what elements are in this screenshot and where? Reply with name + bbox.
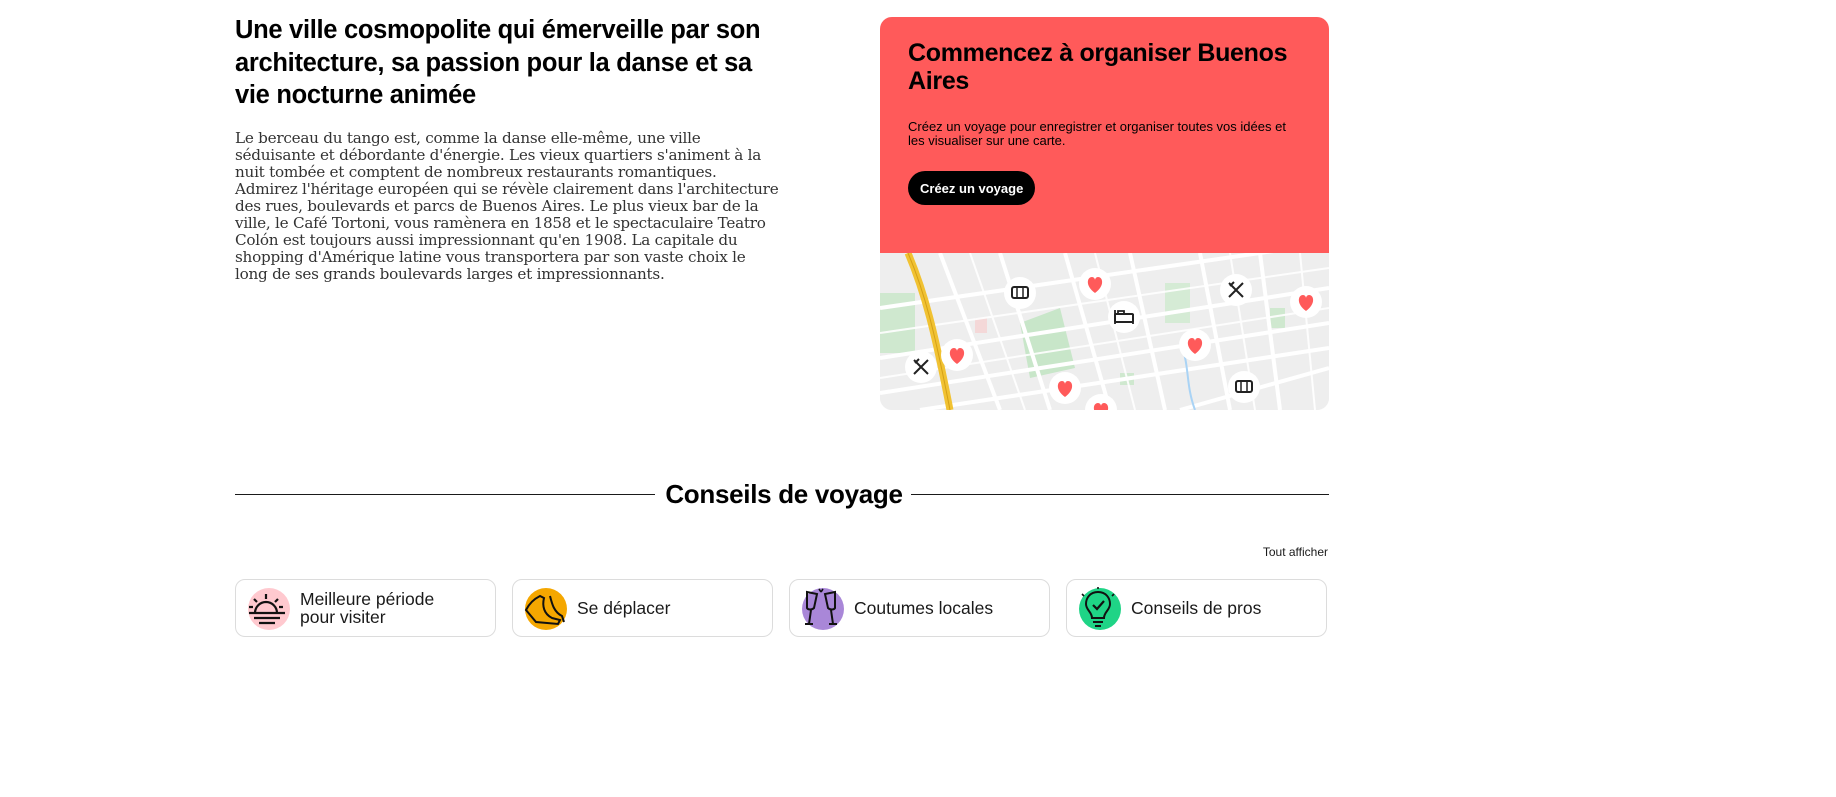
tips-section-title-text: Conseils de voyage — [657, 479, 911, 509]
map-pin-restaurant[interactable] — [905, 351, 937, 383]
map-pin-heart[interactable] — [1079, 268, 1111, 300]
park-area — [1270, 308, 1285, 328]
cheers-icon — [799, 586, 844, 630]
tips-list: Meilleure période pour visiter Se déplac… — [235, 579, 1329, 639]
tip-pro-advice[interactable]: Conseils de pros — [1066, 579, 1327, 637]
tip-label: Conseils de pros — [1131, 598, 1262, 618]
tip-best-time[interactable]: Meilleure période pour visiter — [235, 579, 496, 637]
map-canvas — [880, 253, 1329, 410]
tip-label: Se déplacer — [577, 598, 671, 618]
trip-planner-card: Commencez à organiser Buenos Aires Créez… — [880, 17, 1329, 410]
map-pin-hotel[interactable] — [1108, 301, 1140, 333]
tip-local-customs[interactable]: Coutumes locales — [789, 579, 1050, 637]
sunrise-icon — [245, 586, 290, 630]
map-pin-heart[interactable] — [1049, 372, 1081, 404]
trip-card-header: Commencez à organiser Buenos Aires Créez… — [880, 17, 1329, 253]
city-intro: Une ville cosmopolite qui émerveille par… — [235, 14, 780, 283]
trip-map[interactable] — [880, 253, 1329, 410]
tips-section-title: Conseils de voyage — [0, 478, 1568, 510]
landmark-area — [975, 318, 987, 333]
create-trip-button[interactable]: Créez un voyage — [908, 171, 1036, 205]
see-all-link[interactable]: Tout afficher — [1263, 545, 1328, 559]
trip-card-title: Commencez à organiser Buenos Aires — [908, 39, 1288, 95]
intro-title: Une ville cosmopolite qui émerveille par… — [235, 16, 761, 109]
lightbulb-icon — [1076, 586, 1121, 630]
map-pin-heart[interactable] — [941, 339, 973, 371]
map-pin-ticket[interactable] — [1228, 371, 1260, 403]
trip-card-description: Créez un voyage pour enregistrer et orga… — [908, 119, 1286, 148]
tip-label: Meilleure période pour visiter — [300, 589, 435, 627]
tip-getting-around[interactable]: Se déplacer — [512, 579, 773, 637]
map-pin-heart[interactable] — [1179, 329, 1211, 361]
shoes-icon — [522, 586, 567, 630]
map-pin-ticket[interactable] — [1004, 277, 1036, 309]
map-pin-heart[interactable] — [1290, 286, 1322, 318]
intro-body: Le berceau du tango est, comme la danse … — [235, 128, 779, 283]
tip-label: Coutumes locales — [854, 598, 994, 618]
map-pin-restaurant[interactable] — [1220, 274, 1252, 306]
